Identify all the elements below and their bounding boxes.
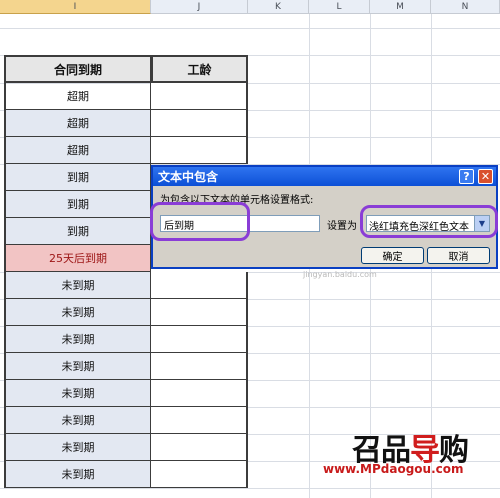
header-cell-contract-due[interactable]: 合同到期 — [4, 55, 152, 83]
cell-seniority[interactable] — [151, 380, 248, 407]
header-cell-seniority[interactable]: 工龄 — [151, 55, 248, 83]
cell-contract-status[interactable]: 超期 — [4, 83, 151, 110]
cell-contract-status[interactable]: 未到期 — [4, 272, 151, 299]
cell-contract-status[interactable]: 超期 — [4, 110, 151, 137]
dialog-title-bar[interactable]: 文本中包含 — [153, 167, 496, 186]
cell-contract-status[interactable]: 到期 — [4, 218, 151, 245]
watermark-site: www.MPdaogou.com — [323, 462, 464, 476]
cell-contract-status[interactable]: 未到期 — [4, 461, 151, 488]
annotation-circle-text — [150, 202, 250, 241]
ok-button[interactable]: 确定 — [361, 247, 424, 264]
cancel-button[interactable]: 取消 — [427, 247, 490, 264]
cell-contract-status[interactable]: 未到期 — [4, 434, 151, 461]
cell-contract-status[interactable]: 未到期 — [4, 326, 151, 353]
cell-seniority[interactable] — [151, 110, 248, 137]
close-icon[interactable]: ✕ — [478, 169, 493, 184]
cell-seniority[interactable] — [151, 461, 248, 488]
annotation-circle-format — [360, 205, 498, 238]
column-header-m[interactable]: M — [370, 0, 431, 14]
help-icon[interactable]: ? — [459, 169, 474, 184]
column-header-n[interactable]: N — [431, 0, 500, 14]
cell-contract-status[interactable]: 超期 — [4, 137, 151, 164]
column-header-j[interactable]: J — [151, 0, 248, 14]
watermark-text: jingyan.baidu.com — [303, 270, 377, 279]
gridline — [0, 488, 500, 489]
gridline — [0, 28, 500, 29]
column-header-i[interactable]: I — [0, 0, 151, 14]
cell-seniority[interactable] — [151, 407, 248, 434]
cell-seniority[interactable] — [151, 83, 248, 110]
column-header-k[interactable]: K — [248, 0, 309, 14]
cell-contract-status-highlighted[interactable]: 25天后到期 — [4, 245, 151, 272]
column-header-l[interactable]: L — [309, 0, 370, 14]
cell-seniority[interactable] — [151, 353, 248, 380]
cell-seniority[interactable] — [151, 326, 248, 353]
dialog-title: 文本中包含 — [158, 170, 219, 184]
set-as-label: 设置为 — [327, 221, 357, 232]
cell-seniority[interactable] — [151, 299, 248, 326]
cell-contract-status[interactable]: 到期 — [4, 191, 151, 218]
cell-contract-status[interactable]: 到期 — [4, 164, 151, 191]
cell-contract-status[interactable]: 未到期 — [4, 353, 151, 380]
cell-seniority[interactable] — [151, 272, 248, 299]
cell-contract-status[interactable]: 未到期 — [4, 407, 151, 434]
cell-seniority[interactable] — [151, 434, 248, 461]
cell-contract-status[interactable]: 未到期 — [4, 380, 151, 407]
cell-seniority[interactable] — [151, 137, 248, 164]
cell-contract-status[interactable]: 未到期 — [4, 299, 151, 326]
